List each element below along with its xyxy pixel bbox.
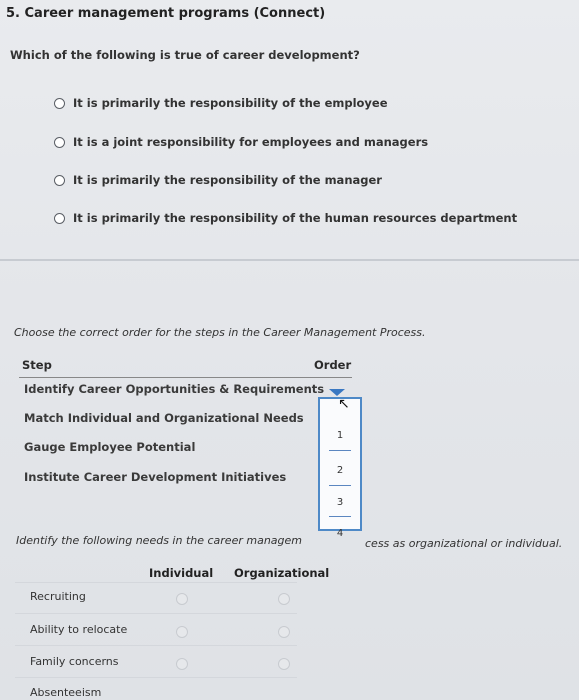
chevron-down-icon[interactable] — [329, 389, 345, 396]
table-row-label: Family concerns — [30, 655, 119, 668]
radio-organizational[interactable] — [278, 626, 290, 638]
radio-organizational[interactable] — [278, 658, 290, 670]
order-option-1[interactable]: 1 — [320, 430, 360, 441]
table-row-label: Recruiting — [30, 590, 86, 603]
radio-icon[interactable] — [54, 174, 65, 186]
radio-individual[interactable] — [176, 658, 188, 670]
order-dropdown-list[interactable]: 1 2 3 4 — [318, 397, 362, 539]
needs-instruction-left: Identify the following needs in the care… — [16, 534, 302, 547]
order-divider — [329, 485, 351, 486]
question-text: Which of the following is true of career… — [10, 48, 360, 62]
order-divider — [329, 516, 351, 517]
order-option-4[interactable]: 4 — [320, 528, 360, 539]
order-option-2[interactable]: 2 — [320, 465, 360, 476]
radio-icon[interactable] — [54, 97, 65, 109]
needs-instruction-right: cess as organizational or individual. — [365, 537, 563, 550]
radio-icon[interactable] — [54, 136, 65, 148]
table-rule — [15, 613, 297, 614]
order-option-3[interactable]: 3 — [320, 497, 360, 508]
option-label: It is a joint responsibility for employe… — [73, 135, 429, 149]
option-label: It is primarily the responsibility of th… — [73, 96, 388, 110]
table-rule — [15, 582, 297, 583]
section-title: 5. Career management programs (Connect) — [6, 6, 326, 21]
radio-icon[interactable] — [54, 212, 65, 224]
step-item: Institute Career Development Initiatives — [24, 470, 287, 484]
step-column-header: Step — [22, 358, 52, 372]
option-1[interactable]: It is primarily the responsibility of th… — [54, 96, 388, 110]
step-item: Gauge Employee Potential — [24, 440, 196, 454]
individual-column-header: Individual — [149, 566, 214, 580]
ordering-instruction: Choose the correct order for the steps i… — [14, 326, 426, 339]
table-row-label: Ability to relocate — [30, 623, 128, 636]
table-rule — [15, 645, 297, 646]
order-column-header: Order — [314, 358, 352, 372]
radio-individual[interactable] — [176, 593, 188, 605]
table-row-label: Absenteeism — [30, 686, 102, 699]
option-4[interactable]: It is primarily the responsibility of th… — [54, 211, 517, 225]
section-divider — [0, 259, 579, 261]
radio-individual[interactable] — [176, 626, 188, 638]
radio-organizational[interactable] — [278, 593, 290, 605]
option-label: It is primarily the responsibility of th… — [73, 173, 382, 187]
organizational-column-header: Organizational — [234, 566, 330, 580]
option-3[interactable]: It is primarily the responsibility of th… — [54, 173, 382, 187]
header-rule — [19, 377, 352, 378]
option-2[interactable]: It is a joint responsibility for employe… — [54, 135, 428, 149]
order-divider — [329, 450, 351, 451]
table-rule — [15, 677, 297, 678]
mouse-cursor-icon: ↖ — [338, 396, 350, 412]
step-item: Identify Career Opportunities & Requirem… — [24, 382, 325, 396]
option-label: It is primarily the responsibility of th… — [73, 211, 518, 225]
step-item: Match Individual and Organizational Need… — [24, 411, 304, 425]
